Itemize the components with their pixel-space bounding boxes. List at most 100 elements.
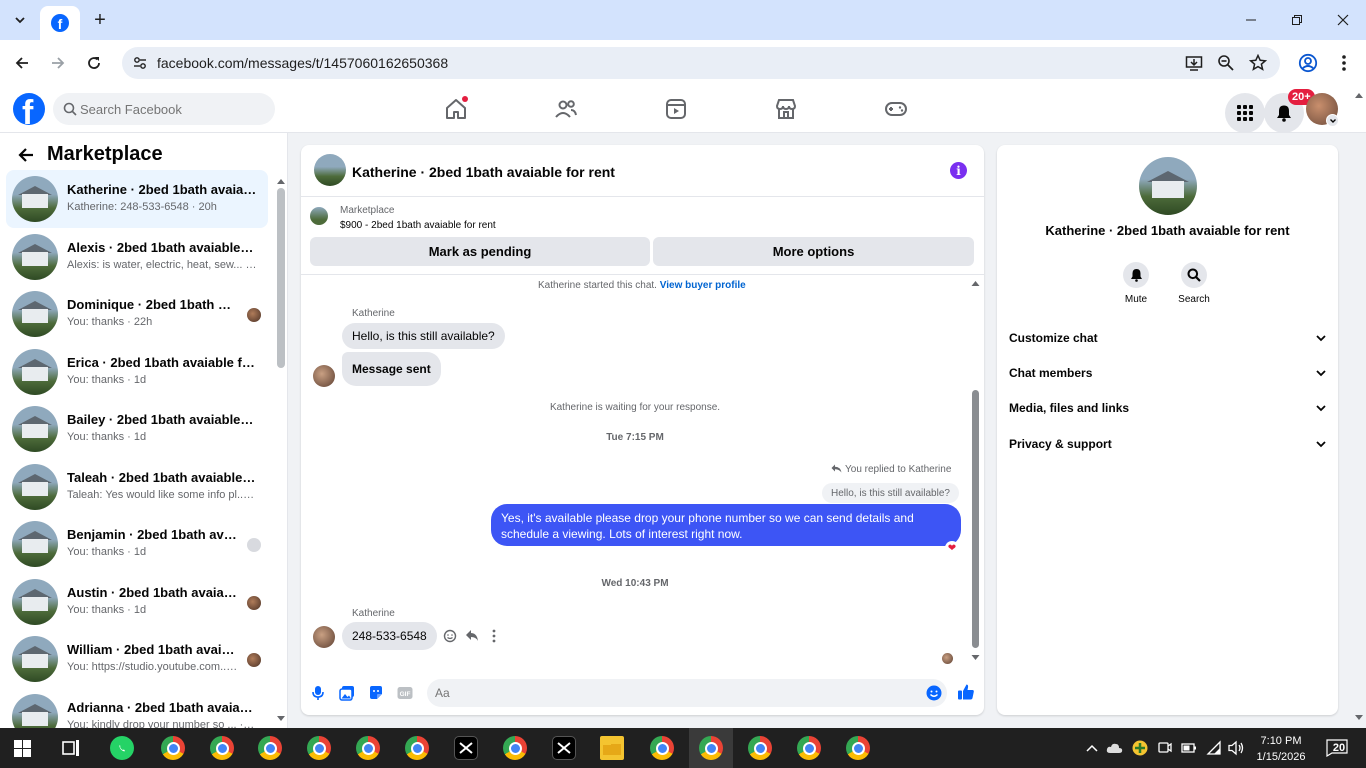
voice-clip-button[interactable] (309, 684, 327, 702)
mark-as-pending-button[interactable]: Mark as pending (310, 237, 650, 266)
scroll-up-icon[interactable] (971, 280, 980, 287)
meet-now-icon[interactable] (1158, 740, 1172, 756)
windows-start-icon[interactable] (14, 740, 31, 757)
attach-photo-button[interactable] (338, 684, 356, 702)
whatsapp-icon[interactable] (110, 736, 134, 760)
restore-button[interactable] (1285, 8, 1309, 32)
install-app-icon[interactable] (1185, 54, 1203, 72)
reload-button[interactable] (81, 50, 107, 76)
chrome-window-icon-active[interactable] (699, 736, 723, 760)
page-scroll-down-icon[interactable] (1354, 714, 1364, 722)
new-tab-button[interactable]: + (88, 8, 112, 32)
reply-icon[interactable] (465, 629, 479, 642)
forward-button[interactable] (45, 50, 71, 76)
show-hidden-icons-icon[interactable] (1086, 743, 1098, 753)
sender-avatar[interactable] (313, 365, 335, 387)
bookmark-star-icon[interactable] (1249, 54, 1267, 72)
chrome-window-icon[interactable] (503, 736, 527, 760)
more-actions-icon[interactable] (491, 629, 497, 643)
privacy-support-section[interactable]: Privacy & support (1009, 433, 1327, 455)
chrome-window-icon[interactable] (356, 736, 380, 760)
capcut-icon[interactable] (454, 736, 478, 760)
system-clock[interactable]: 7:10 PM 1/15/2026 (1253, 733, 1309, 765)
scroll-down-icon[interactable] (276, 715, 286, 723)
conversation-item[interactable]: Erica · 2bed 1bath avaiable for rent You… (6, 343, 268, 401)
profile-icon[interactable] (1298, 53, 1318, 73)
chrome-window-icon[interactable] (210, 736, 234, 760)
notification-center-button[interactable]: 20 (1325, 738, 1349, 758)
task-view-icon[interactable] (62, 739, 80, 757)
conversation-item[interactable]: Alexis · 2bed 1bath avaiable for rent Al… (6, 228, 268, 286)
account-menu-chevron[interactable] (1326, 114, 1339, 127)
conversation-item[interactable]: Benjamin · 2bed 1bath avaiable for rent … (6, 515, 268, 573)
thumbs-up-icon[interactable] (957, 683, 975, 701)
capcut-icon[interactable] (552, 736, 576, 760)
message-bubble[interactable]: 248-533-6548 (342, 622, 437, 650)
chat-scrollbar[interactable] (972, 390, 979, 648)
conversation-item[interactable]: Austin · 2bed 1bath avaiable for rent Yo… (6, 573, 268, 631)
video-icon[interactable] (664, 97, 688, 121)
tray-app-icon[interactable] (1132, 740, 1148, 756)
heart-reaction-icon[interactable]: ❤ (945, 541, 959, 555)
sender-avatar[interactable] (313, 626, 335, 648)
tab-search-button[interactable] (8, 8, 32, 32)
quoted-message[interactable]: Hello, is this still available? (822, 483, 959, 503)
react-smiley-icon[interactable] (443, 629, 457, 643)
site-settings-icon[interactable] (132, 55, 148, 71)
customize-chat-section[interactable]: Customize chat (1009, 327, 1327, 349)
wifi-icon[interactable] (1206, 740, 1222, 756)
browser-tab-facebook[interactable]: f (40, 6, 80, 40)
scroll-down-icon[interactable] (971, 654, 980, 661)
chrome-window-icon[interactable] (405, 736, 429, 760)
emoji-icon[interactable] (926, 685, 942, 701)
chat-members-section[interactable]: Chat members (1009, 362, 1327, 384)
page-scroll-up-icon[interactable] (1354, 91, 1364, 99)
message-bubble[interactable]: Hello, is this still available? (342, 323, 505, 349)
back-button[interactable] (9, 50, 35, 76)
chrome-window-icon[interactable] (748, 736, 772, 760)
message-bubble[interactable]: Message sent (342, 352, 441, 386)
search-in-chat-button[interactable]: Search (1164, 262, 1224, 305)
search-input[interactable] (80, 93, 265, 125)
sidebar-scrollbar[interactable] (277, 188, 285, 368)
zoom-icon[interactable] (1217, 54, 1235, 72)
file-explorer-icon[interactable] (600, 736, 624, 760)
conversation-item[interactable]: Taleah · 2bed 1bath avaiable for rent Ta… (6, 458, 268, 516)
gif-button[interactable]: GIF (396, 684, 414, 702)
battery-icon[interactable] (1181, 741, 1197, 755)
marketplace-icon[interactable] (774, 97, 798, 121)
facebook-search[interactable] (53, 93, 275, 125)
mute-button[interactable]: Mute (1106, 262, 1166, 305)
menu-button[interactable] (1225, 93, 1265, 133)
volume-icon[interactable] (1228, 740, 1246, 756)
view-buyer-profile-link[interactable]: View buyer profile (660, 280, 746, 291)
chrome-window-icon[interactable] (161, 736, 185, 760)
chrome-window-icon[interactable] (797, 736, 821, 760)
info-icon[interactable]: i (950, 162, 967, 179)
chrome-window-icon[interactable] (650, 736, 674, 760)
chrome-window-icon[interactable] (258, 736, 282, 760)
conversation-item[interactable]: Bailey · 2bed 1bath avaiable for rent Yo… (6, 400, 268, 458)
sticker-button[interactable] (367, 684, 385, 702)
address-bar[interactable]: facebook.com/messages/t/1457060162650368 (122, 47, 1280, 79)
message-input[interactable] (427, 679, 947, 707)
chrome-window-icon[interactable] (307, 736, 331, 760)
friends-icon[interactable] (554, 97, 578, 121)
onedrive-icon[interactable] (1106, 740, 1124, 756)
conversation-item[interactable]: Adrianna · 2bed 1bath avaiable for rent … (6, 688, 268, 728)
arrow-left-icon[interactable] (17, 146, 35, 164)
more-options-button[interactable]: More options (653, 237, 974, 266)
scroll-up-icon[interactable] (276, 177, 286, 185)
media-files-links-section[interactable]: Media, files and links (1009, 397, 1327, 419)
minimize-button[interactable] (1239, 8, 1263, 32)
my-message-bubble[interactable]: Yes, it's available please drop your pho… (491, 504, 961, 546)
chat-title[interactable]: Katherine · 2bed 1bath avaiable for rent (352, 164, 615, 180)
facebook-logo[interactable]: f (13, 93, 45, 125)
kebab-menu-icon[interactable] (1338, 54, 1350, 72)
conversation-item[interactable]: William · 2bed 1bath avaiable for rent Y… (6, 630, 268, 688)
conversation-item[interactable]: Dominique · 2bed 1bath avaiable for rent… (6, 285, 268, 343)
close-window-button[interactable] (1331, 8, 1355, 32)
chrome-window-icon[interactable] (846, 736, 870, 760)
gaming-icon[interactable] (884, 97, 908, 121)
conversation-item[interactable]: Katherine · 2bed 1bath avaiable for rent… (6, 170, 268, 228)
